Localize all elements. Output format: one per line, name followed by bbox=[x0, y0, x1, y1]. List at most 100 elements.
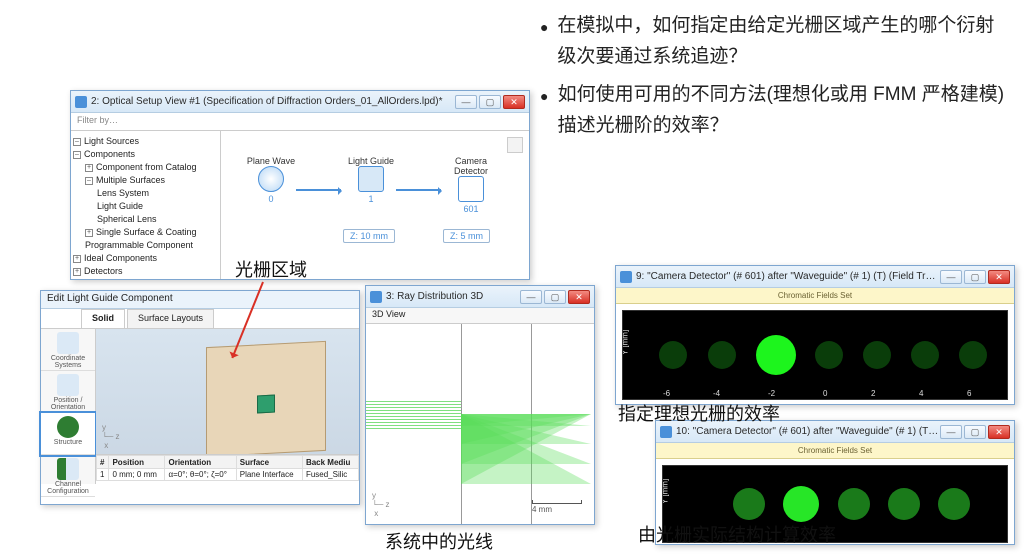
light-guide-plate bbox=[206, 341, 326, 457]
annotation-ideal-efficiency: 指定理想光栅的效率 bbox=[618, 400, 780, 426]
order-spot bbox=[708, 341, 736, 369]
minimize-button[interactable]: — bbox=[455, 95, 477, 109]
ray-distribution-window: 3: Ray Distribution 3D — ▢ ✕ 3D View y└─… bbox=[365, 285, 595, 525]
tab-3d-view[interactable]: 3D View bbox=[366, 308, 594, 324]
col-back-medium[interactable]: Back Mediu bbox=[302, 456, 358, 469]
x-tick: -4 bbox=[713, 389, 720, 398]
ray-canvas[interactable]: y└─ z x 4 mm bbox=[366, 324, 594, 524]
sidebar-item-structure[interactable]: Structure bbox=[41, 413, 95, 455]
window-title: 9: "Camera Detector" (# 601) after "Wave… bbox=[636, 271, 940, 282]
z-distance-2[interactable]: Z: 5 mm bbox=[443, 229, 490, 243]
chart-subtitle: Chromatic Fields Set bbox=[616, 288, 1014, 304]
close-button[interactable]: ✕ bbox=[568, 290, 590, 304]
tree-light-sources[interactable]: Light Sources bbox=[84, 135, 139, 148]
app-icon bbox=[75, 96, 87, 108]
arrow-icon bbox=[296, 189, 341, 191]
chart-subtitle: Chromatic Fields Set bbox=[656, 443, 1014, 459]
structure-icon bbox=[57, 416, 79, 438]
maximize-button[interactable]: ▢ bbox=[479, 95, 501, 109]
y-axis-label: Y [mm] bbox=[662, 479, 670, 504]
minimize-button[interactable]: — bbox=[940, 270, 962, 284]
table-row[interactable]: 1 0 mm; 0 mm α=0°; θ=0°; ζ=0° Plane Inte… bbox=[97, 469, 359, 481]
minimize-button[interactable]: — bbox=[940, 425, 962, 439]
question-bullets: ●在模拟中，如何指定由给定光栅区域产生的哪个衍射级次要通过系统追迹？ ●如何使用… bbox=[540, 10, 1010, 147]
close-button[interactable]: ✕ bbox=[988, 425, 1010, 439]
tab-surface-layouts[interactable]: Surface Layouts bbox=[127, 309, 214, 328]
toolbar-icon[interactable] bbox=[507, 137, 523, 153]
tree-ideal-components[interactable]: Ideal Components bbox=[84, 252, 157, 265]
order-spot bbox=[911, 341, 939, 369]
col-orientation[interactable]: Orientation bbox=[165, 456, 236, 469]
tree-components[interactable]: Components bbox=[84, 148, 135, 161]
tree-single-surface[interactable]: Single Surface & Coating bbox=[96, 226, 197, 239]
axes-icon: y└─ z x bbox=[102, 423, 120, 450]
minimize-button[interactable]: — bbox=[520, 290, 542, 304]
diffracted-ray-fan bbox=[461, 344, 591, 484]
axes-icon: y└─ z x bbox=[372, 491, 390, 518]
close-button[interactable]: ✕ bbox=[503, 95, 525, 109]
tree-light-guide[interactable]: Light Guide bbox=[97, 200, 143, 213]
node-plane-wave[interactable]: Plane Wave 0 bbox=[241, 156, 301, 204]
order-spot bbox=[733, 488, 765, 520]
node-camera-detector[interactable]: Camera Detector 601 bbox=[441, 156, 501, 214]
incoming-rays bbox=[366, 399, 461, 429]
component-tree[interactable]: –Light Sources –Components +Component fr… bbox=[71, 131, 221, 279]
tab-solid[interactable]: Solid bbox=[81, 309, 125, 328]
grating-region-chip bbox=[257, 395, 275, 414]
tree-programmable[interactable]: Programmable Component bbox=[85, 239, 193, 252]
arrow-icon bbox=[396, 189, 441, 191]
col-num[interactable]: # bbox=[97, 456, 109, 469]
z-distance-1[interactable]: Z: 10 mm bbox=[343, 229, 395, 243]
scale-bar: 4 mm bbox=[532, 500, 582, 514]
surface-table[interactable]: # Position Orientation Surface Back Medi… bbox=[96, 454, 359, 484]
maximize-button[interactable]: ▢ bbox=[544, 290, 566, 304]
window-title: 3: Ray Distribution 3D bbox=[386, 291, 520, 302]
sidebar-item-coordinate[interactable]: Coordinate Systems bbox=[41, 329, 95, 371]
optical-setup-window: 2: Optical Setup View #1 (Specification … bbox=[70, 90, 530, 280]
editor-sidebar: Coordinate Systems Position / Orientatio… bbox=[41, 329, 96, 484]
app-icon bbox=[620, 271, 632, 283]
annotation-grating-region: 光栅区域 bbox=[235, 256, 307, 282]
editor-title: Edit Light Guide Component bbox=[41, 291, 359, 309]
order-spot bbox=[838, 488, 870, 520]
tree-from-catalog[interactable]: Component from Catalog bbox=[96, 161, 197, 174]
close-button[interactable]: ✕ bbox=[988, 270, 1010, 284]
field-plot-ideal[interactable]: Y [mm] -6 -4 -2 0 2 4 6 bbox=[622, 310, 1008, 400]
maximize-button[interactable]: ▢ bbox=[964, 425, 986, 439]
order-spot-bright bbox=[783, 486, 819, 522]
x-tick: 0 bbox=[823, 389, 827, 398]
watermark: 知乎 @旸旸 bbox=[900, 519, 1007, 545]
x-tick: -6 bbox=[663, 389, 670, 398]
maximize-button[interactable]: ▢ bbox=[964, 270, 986, 284]
y-axis-label: Y [mm] bbox=[622, 330, 630, 355]
titlebar[interactable]: 2: Optical Setup View #1 (Specification … bbox=[71, 91, 529, 113]
sidebar-item-channel[interactable]: Channel Configuration bbox=[41, 455, 95, 497]
order-spot bbox=[938, 488, 970, 520]
bullet-text: 如何使用可用的不同方法(理想化或用 FMM 严格建模)描述光栅阶的效率？ bbox=[558, 79, 1010, 142]
app-icon bbox=[370, 291, 382, 303]
bullet-dot: ● bbox=[540, 79, 558, 142]
order-spot bbox=[815, 341, 843, 369]
col-position[interactable]: Position bbox=[109, 456, 165, 469]
editor-3d-view[interactable]: y└─ z x # Position Orientation Surface B… bbox=[96, 329, 359, 484]
filter-input[interactable]: Filter by… bbox=[71, 113, 529, 131]
annotation-system-rays: 系统中的光线 bbox=[385, 528, 493, 554]
channel-icon bbox=[57, 458, 79, 480]
tree-lens-system[interactable]: Lens System bbox=[97, 187, 149, 200]
x-tick: 4 bbox=[919, 389, 923, 398]
col-surface[interactable]: Surface bbox=[236, 456, 302, 469]
x-tick: 2 bbox=[871, 389, 875, 398]
x-tick: -2 bbox=[768, 389, 775, 398]
order-spot bbox=[863, 341, 891, 369]
grid-icon bbox=[57, 332, 79, 354]
tree-detectors[interactable]: Detectors bbox=[84, 265, 123, 278]
tree-multiple-surfaces[interactable]: Multiple Surfaces bbox=[96, 174, 165, 187]
bullet-text: 在模拟中，如何指定由给定光栅区域产生的哪个衍射级次要通过系统追迹？ bbox=[557, 10, 1010, 73]
window-title: 10: "Camera Detector" (# 601) after "Wav… bbox=[676, 426, 940, 437]
sidebar-item-position[interactable]: Position / Orientation bbox=[41, 371, 95, 413]
tree-spherical-lens[interactable]: Spherical Lens bbox=[97, 213, 157, 226]
node-light-guide[interactable]: Light Guide 1 bbox=[341, 156, 401, 204]
order-spot bbox=[959, 341, 987, 369]
app-icon bbox=[660, 426, 672, 438]
camera-detector-ideal-window: 9: "Camera Detector" (# 601) after "Wave… bbox=[615, 265, 1015, 405]
